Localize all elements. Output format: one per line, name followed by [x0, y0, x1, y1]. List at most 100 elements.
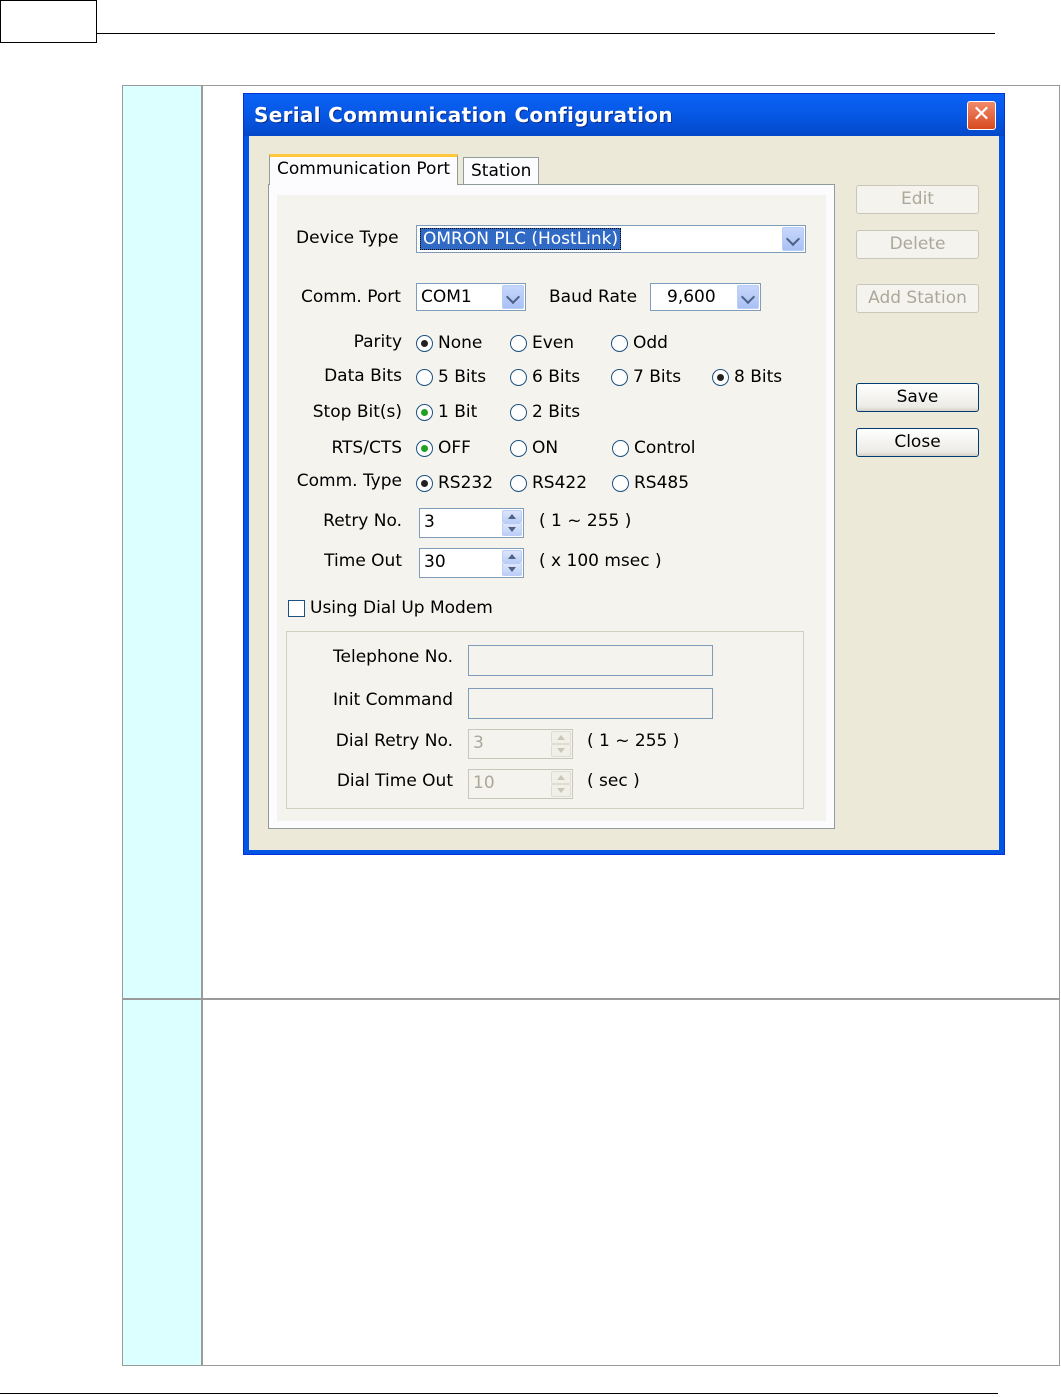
init-command-input[interactable]	[468, 688, 713, 719]
radio-dot	[510, 440, 527, 457]
radio-dot	[510, 404, 527, 421]
baud-rate-dropdown-button[interactable]	[737, 285, 759, 309]
tab-station[interactable]: Station	[463, 157, 540, 185]
radio-dot	[612, 475, 629, 492]
add-station-button[interactable]: Add Station	[856, 284, 979, 313]
radio-label: RS232	[438, 473, 494, 493]
footer-rule	[0, 1393, 998, 1394]
rts-cts-label: RTS/CTS	[331, 438, 402, 458]
radio-dot	[416, 335, 433, 352]
retry-no-spinner[interactable]: 3	[419, 508, 524, 538]
spin-down-button[interactable]	[502, 563, 522, 576]
settings-panel: Device Type OMRON PLC (HostLink) Comm. P…	[277, 195, 826, 821]
radio-label: RS485	[634, 473, 690, 493]
serial-communication-dialog: Serial Communication Configuration ✕ Com…	[243, 93, 1005, 855]
dial-timeout-label: Dial Time Out	[336, 771, 453, 791]
close-icon[interactable]: ✕	[967, 101, 996, 130]
spin-up-button[interactable]	[502, 510, 522, 523]
arrow-up-icon	[557, 735, 565, 740]
retry-no-label: Retry No.	[323, 511, 402, 531]
chevron-down-icon	[785, 231, 801, 247]
header-rule	[97, 33, 995, 34]
radio-label: OFF	[438, 438, 471, 458]
baud-rate-select[interactable]: 9,600	[650, 283, 761, 311]
radio-label: 1 Bit	[438, 402, 478, 422]
comm-port-dropdown-button[interactable]	[502, 285, 524, 309]
dialog-titlebar[interactable]: Serial Communication Configuration ✕	[244, 94, 1004, 136]
device-type-select[interactable]: OMRON PLC (HostLink)	[416, 225, 806, 253]
comm-port-select[interactable]: COM1	[416, 283, 526, 311]
dial-up-modem-checkbox[interactable]	[288, 600, 305, 617]
radio-label: RS422	[532, 473, 588, 493]
radio-dot	[510, 369, 527, 386]
tab-pane-communication-port: Device Type OMRON PLC (HostLink) Comm. P…	[268, 184, 835, 829]
device-type-value: OMRON PLC (HostLink)	[420, 228, 622, 250]
dial-retry-hint: ( 1 ~ 255 )	[587, 731, 680, 751]
arrow-down-icon	[557, 788, 565, 793]
arrow-up-icon	[508, 554, 516, 559]
save-button[interactable]: Save	[856, 383, 979, 412]
radio-dot	[612, 440, 629, 457]
dial-retry-label: Dial Retry No.	[335, 731, 453, 751]
retry-no-value: 3	[424, 512, 435, 532]
spin-down-button[interactable]	[502, 523, 522, 536]
comm-type-label: Comm. Type	[296, 471, 402, 491]
radio-dot	[510, 475, 527, 492]
time-out-spinner[interactable]: 30	[419, 548, 524, 578]
time-out-value: 30	[424, 552, 446, 572]
comm-port-label: Comm. Port	[301, 287, 401, 307]
arrow-down-icon	[508, 527, 516, 532]
parity-label: Parity	[353, 332, 402, 352]
header-box	[0, 0, 97, 43]
dial-retry-spinner[interactable]: 3	[468, 729, 573, 759]
radio-label: 8 Bits	[734, 367, 783, 387]
radio-label: 2 Bits	[532, 402, 581, 422]
spin-up-button[interactable]	[551, 731, 571, 744]
radio-label: Control	[634, 438, 696, 458]
arrow-down-icon	[508, 567, 516, 572]
chevron-down-icon	[740, 289, 756, 305]
dial-retry-value: 3	[473, 733, 484, 753]
retry-no-hint: ( 1 ~ 255 )	[539, 511, 632, 531]
dialog-title: Serial Communication Configuration	[254, 103, 673, 127]
spin-down-button[interactable]	[551, 744, 571, 757]
comm-port-value: COM1	[421, 287, 472, 307]
baud-rate-value: 9,600	[667, 287, 716, 307]
radio-label: Odd	[633, 333, 668, 353]
radio-dot	[611, 369, 628, 386]
telephone-label: Telephone No.	[333, 647, 453, 667]
dial-timeout-hint: ( sec )	[587, 771, 640, 791]
device-type-dropdown-button[interactable]	[782, 227, 804, 251]
radio-label: 5 Bits	[438, 367, 487, 387]
dialog-client-area: Communication Port Station Device Type O…	[249, 136, 999, 850]
radio-label: 6 Bits	[532, 367, 581, 387]
dial-timeout-value: 10	[473, 773, 495, 793]
dial-timeout-spinner[interactable]: 10	[468, 769, 573, 799]
close-button[interactable]: Close	[856, 428, 979, 457]
spin-down-button[interactable]	[551, 784, 571, 797]
radio-dot	[510, 335, 527, 352]
arrow-down-icon	[557, 748, 565, 753]
radio-dot	[416, 440, 433, 457]
time-out-label: Time Out	[324, 551, 402, 571]
delete-button[interactable]: Delete	[856, 230, 979, 259]
table-row-2-left-cell	[123, 1000, 203, 1365]
dial-up-groupbox: Telephone No. Init Command Dial Retry No…	[286, 631, 804, 809]
radio-label: None	[438, 333, 483, 353]
dial-up-modem-label: Using Dial Up Modem	[310, 598, 493, 618]
spin-up-button[interactable]	[551, 771, 571, 784]
stop-bits-label: Stop Bit(s)	[312, 402, 402, 422]
telephone-input[interactable]	[468, 645, 713, 676]
init-command-label: Init Command	[333, 690, 453, 710]
tab-communication-port[interactable]: Communication Port	[269, 154, 459, 185]
radio-dot	[416, 475, 433, 492]
radio-dot	[416, 404, 433, 421]
spin-up-button[interactable]	[502, 550, 522, 563]
radio-dot	[611, 335, 628, 352]
time-out-hint: ( x 100 msec )	[539, 551, 662, 571]
arrow-up-icon	[557, 775, 565, 780]
radio-dot	[416, 369, 433, 386]
radio-label: Even	[532, 333, 575, 353]
arrow-up-icon	[508, 514, 516, 519]
edit-button[interactable]: Edit	[856, 185, 979, 214]
